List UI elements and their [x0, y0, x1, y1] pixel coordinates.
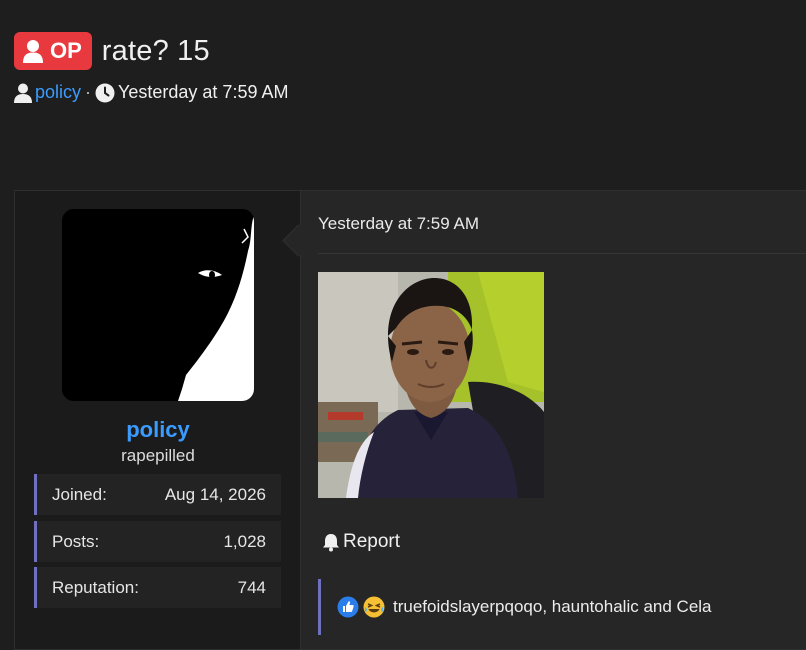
user-title: rapepilled — [121, 446, 195, 465]
stat-joined: Joined: Aug 14, 2026 — [34, 474, 281, 515]
report-label: Report — [343, 531, 401, 552]
post-message-cell: Yesterday at 7:59 AM Report truefoidslay… — [301, 191, 806, 649]
avatar-image — [62, 209, 254, 401]
post-divider — [318, 253, 806, 254]
reactions-bar[interactable]: truefoidslayerpqoqo, hauntohalic and Cel… — [318, 579, 806, 635]
meta-separator: · — [85, 82, 92, 102]
avatar[interactable] — [62, 209, 254, 401]
laugh-icon — [363, 596, 385, 618]
thread-title: rate? 15 — [101, 34, 210, 67]
post-image[interactable] — [318, 272, 544, 498]
like-icon — [337, 596, 359, 618]
reactions-list[interactable]: truefoidslayerpqoqo, hauntohalic and Cel… — [393, 597, 712, 617]
user-icon — [14, 83, 32, 103]
op-badge-label: OP — [50, 38, 82, 63]
stat-value: Aug 14, 2026 — [164, 484, 266, 504]
thread-author-link[interactable]: policy — [35, 82, 81, 103]
stat-reputation: Reputation: 744 — [34, 567, 281, 608]
post: policy rapepilled Joined: Aug 14, 2026 P… — [14, 190, 806, 650]
thread-header: OP rate? 15 policy · Yesterday at 7:59 A… — [14, 32, 288, 103]
stat-value: 744 — [237, 577, 266, 597]
stat-label: Reputation: — [52, 577, 139, 597]
post-user-cell: policy rapepilled Joined: Aug 14, 2026 P… — [15, 191, 301, 649]
stat-label: Posts: — [52, 531, 100, 551]
stat-value: 1,028 — [223, 531, 266, 551]
op-badge: OP — [14, 32, 92, 70]
thread-meta: policy · Yesterday at 7:59 AM — [14, 82, 288, 103]
username[interactable]: policy — [15, 417, 301, 443]
bell-icon — [323, 534, 339, 552]
clock-icon — [95, 83, 115, 102]
thread-date[interactable]: Yesterday at 7:59 AM — [118, 82, 288, 103]
user-icon — [23, 40, 43, 63]
stat-posts: Posts: 1,028 — [34, 521, 281, 562]
post-date[interactable]: Yesterday at 7:59 AM — [318, 214, 479, 234]
report-button[interactable]: Report — [321, 531, 400, 553]
selfie-photo — [318, 272, 544, 498]
title-row: OP rate? 15 — [14, 32, 288, 70]
stat-label: Joined: — [52, 484, 107, 504]
